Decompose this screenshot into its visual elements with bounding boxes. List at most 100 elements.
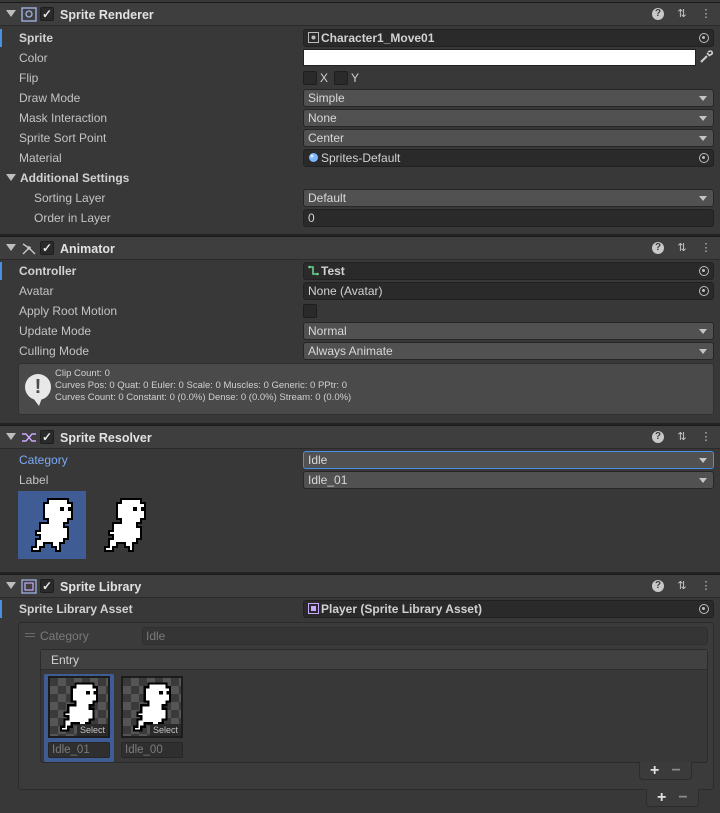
resolver-label-value: Idle_01 [308, 473, 348, 487]
flip-y-checkbox[interactable] [334, 71, 348, 85]
color-label: Color [19, 51, 48, 65]
foldout-arrow-icon[interactable] [6, 433, 16, 440]
entry-list: Entry Select Idle_01 Select Idle_00 [40, 649, 708, 763]
presets-icon[interactable]: ⇅ [676, 8, 688, 20]
foldout-arrow-icon[interactable] [6, 244, 16, 251]
draw-mode-dropdown[interactable]: Simple [303, 89, 714, 107]
resolver-label-dropdown[interactable]: Idle_01 [303, 471, 714, 489]
more-menu-icon[interactable]: ⋮ [700, 242, 712, 254]
sprite-library-asset-icon [308, 603, 319, 614]
selection-indicator [0, 29, 2, 47]
eyedropper-icon[interactable] [699, 50, 714, 64]
entry-sprite-preview: Select [121, 676, 183, 738]
resolver-category-label: Category [19, 453, 68, 467]
foldout-arrow-icon[interactable] [6, 582, 16, 589]
sort-point-dropdown[interactable]: Center [303, 129, 714, 147]
apply-root-motion-row: Apply Root Motion [0, 301, 720, 321]
color-row: Color [0, 48, 720, 68]
library-category-label: Category [40, 629, 89, 643]
sprite-object-field[interactable]: Character1_Move01 [303, 29, 714, 47]
controller-value: Test [321, 264, 345, 278]
component-title: Sprite Resolver [60, 431, 152, 445]
add-category-button[interactable]: + [657, 789, 666, 806]
dropdown-arrow-icon [699, 136, 707, 141]
more-menu-icon[interactable]: ⋮ [700, 8, 712, 20]
object-picker-icon[interactable] [699, 286, 709, 296]
mask-interaction-value: None [308, 111, 337, 125]
help-icon[interactable]: ? [652, 242, 664, 254]
additional-settings-foldout[interactable]: Additional Settings [0, 168, 720, 188]
culling-mode-dropdown[interactable]: Always Animate [303, 342, 714, 360]
object-picker-icon[interactable] [699, 604, 709, 614]
sprite-renderer-header[interactable]: ✓ Sprite Renderer ? ⇅ ⋮ [0, 2, 720, 26]
resolver-category-dropdown[interactable]: Idle [303, 451, 714, 469]
sprite-library-header[interactable]: ✓ Sprite Library ? ⇅ ⋮ [0, 574, 720, 598]
mask-interaction-dropdown[interactable]: None [303, 109, 714, 127]
sprite-thumbnail-idle-01[interactable] [18, 491, 86, 559]
select-button[interactable]: Select [76, 724, 108, 736]
avatar-value: None (Avatar) [308, 284, 383, 298]
sprite-library-asset-value: Player (Sprite Library Asset) [321, 602, 482, 616]
draw-mode-label: Draw Mode [19, 91, 81, 105]
material-row: Material Sprites-Default [0, 148, 720, 168]
more-menu-icon[interactable]: ⋮ [700, 431, 712, 443]
sprite-library-asset-field[interactable]: Player (Sprite Library Asset) [303, 600, 714, 618]
animator-enabled-checkbox[interactable]: ✓ [40, 241, 54, 255]
animator-header[interactable]: ✓ Animator ? ⇅ ⋮ [0, 236, 720, 260]
avatar-label: Avatar [19, 284, 54, 298]
sprite-resolver-enabled-checkbox[interactable]: ✓ [40, 430, 54, 444]
more-menu-icon[interactable]: ⋮ [700, 580, 712, 592]
sprite-renderer-enabled-checkbox[interactable]: ✓ [40, 7, 54, 21]
additional-settings-label: Additional Settings [20, 171, 130, 185]
remove-entry-button[interactable]: − [671, 762, 680, 779]
sorting-layer-dropdown[interactable]: Default [303, 189, 714, 207]
resolver-label-label: Label [19, 473, 49, 487]
sort-point-row: Sprite Sort Point Center [0, 128, 720, 148]
sprite-thumbnail-idle-00[interactable] [91, 491, 159, 559]
presets-icon[interactable]: ⇅ [676, 431, 688, 443]
library-category-input[interactable]: Idle [142, 627, 708, 645]
add-entry-button[interactable]: + [650, 762, 659, 779]
culling-mode-label: Culling Mode [19, 344, 90, 358]
sorting-layer-row: Sorting Layer Default [0, 188, 720, 208]
presets-icon[interactable]: ⇅ [676, 242, 688, 254]
library-category-row: Category Idle [19, 623, 713, 647]
help-icon[interactable]: ? [652, 431, 664, 443]
entry-tile[interactable]: Select Idle_00 [117, 674, 187, 762]
update-mode-row: Update Mode Normal [0, 321, 720, 341]
order-in-layer-input[interactable]: 0 [303, 209, 714, 227]
avatar-object-field[interactable]: None (Avatar) [303, 282, 714, 300]
category-add-remove: + − [646, 789, 699, 807]
material-object-field[interactable]: Sprites-Default [303, 149, 714, 167]
animator-info-box: ! Clip Count: 0 Curves Pos: 0 Quat: 0 Eu… [18, 363, 714, 415]
select-button[interactable]: Select [149, 724, 181, 736]
object-picker-icon[interactable] [699, 266, 709, 276]
flip-x-checkbox[interactable] [303, 71, 317, 85]
component-title: Animator [60, 242, 115, 256]
controller-row: Controller Test [0, 261, 720, 281]
object-picker-icon[interactable] [699, 33, 709, 43]
drag-handle-icon[interactable] [25, 633, 35, 637]
entry-add-remove: + − [639, 762, 692, 780]
help-icon[interactable]: ? [652, 8, 664, 20]
color-field[interactable] [303, 49, 696, 66]
sprite-resolver-icon [22, 433, 36, 442]
controller-object-field[interactable]: Test [303, 262, 714, 280]
sprite-library-asset-label: Sprite Library Asset [19, 602, 133, 616]
apply-root-motion-checkbox[interactable] [303, 304, 317, 318]
entry-label: Entry [51, 653, 80, 667]
entry-name-input[interactable]: Idle_01 [48, 742, 110, 758]
sprite-library-enabled-checkbox[interactable]: ✓ [40, 579, 54, 593]
selection-indicator [0, 600, 2, 618]
entry-tile[interactable]: Select Idle_01 [44, 674, 114, 762]
draw-mode-row: Draw Mode Simple [0, 88, 720, 108]
help-icon[interactable]: ? [652, 580, 664, 592]
remove-category-button[interactable]: − [678, 789, 687, 806]
sprite-resolver-header[interactable]: ✓ Sprite Resolver ? ⇅ ⋮ [0, 425, 720, 449]
foldout-arrow-icon[interactable] [6, 10, 16, 17]
entry-name-input[interactable]: Idle_00 [121, 742, 183, 758]
presets-icon[interactable]: ⇅ [676, 580, 688, 592]
update-mode-dropdown[interactable]: Normal [303, 322, 714, 340]
object-picker-icon[interactable] [699, 153, 709, 163]
foldout-arrow-icon[interactable] [6, 174, 16, 181]
